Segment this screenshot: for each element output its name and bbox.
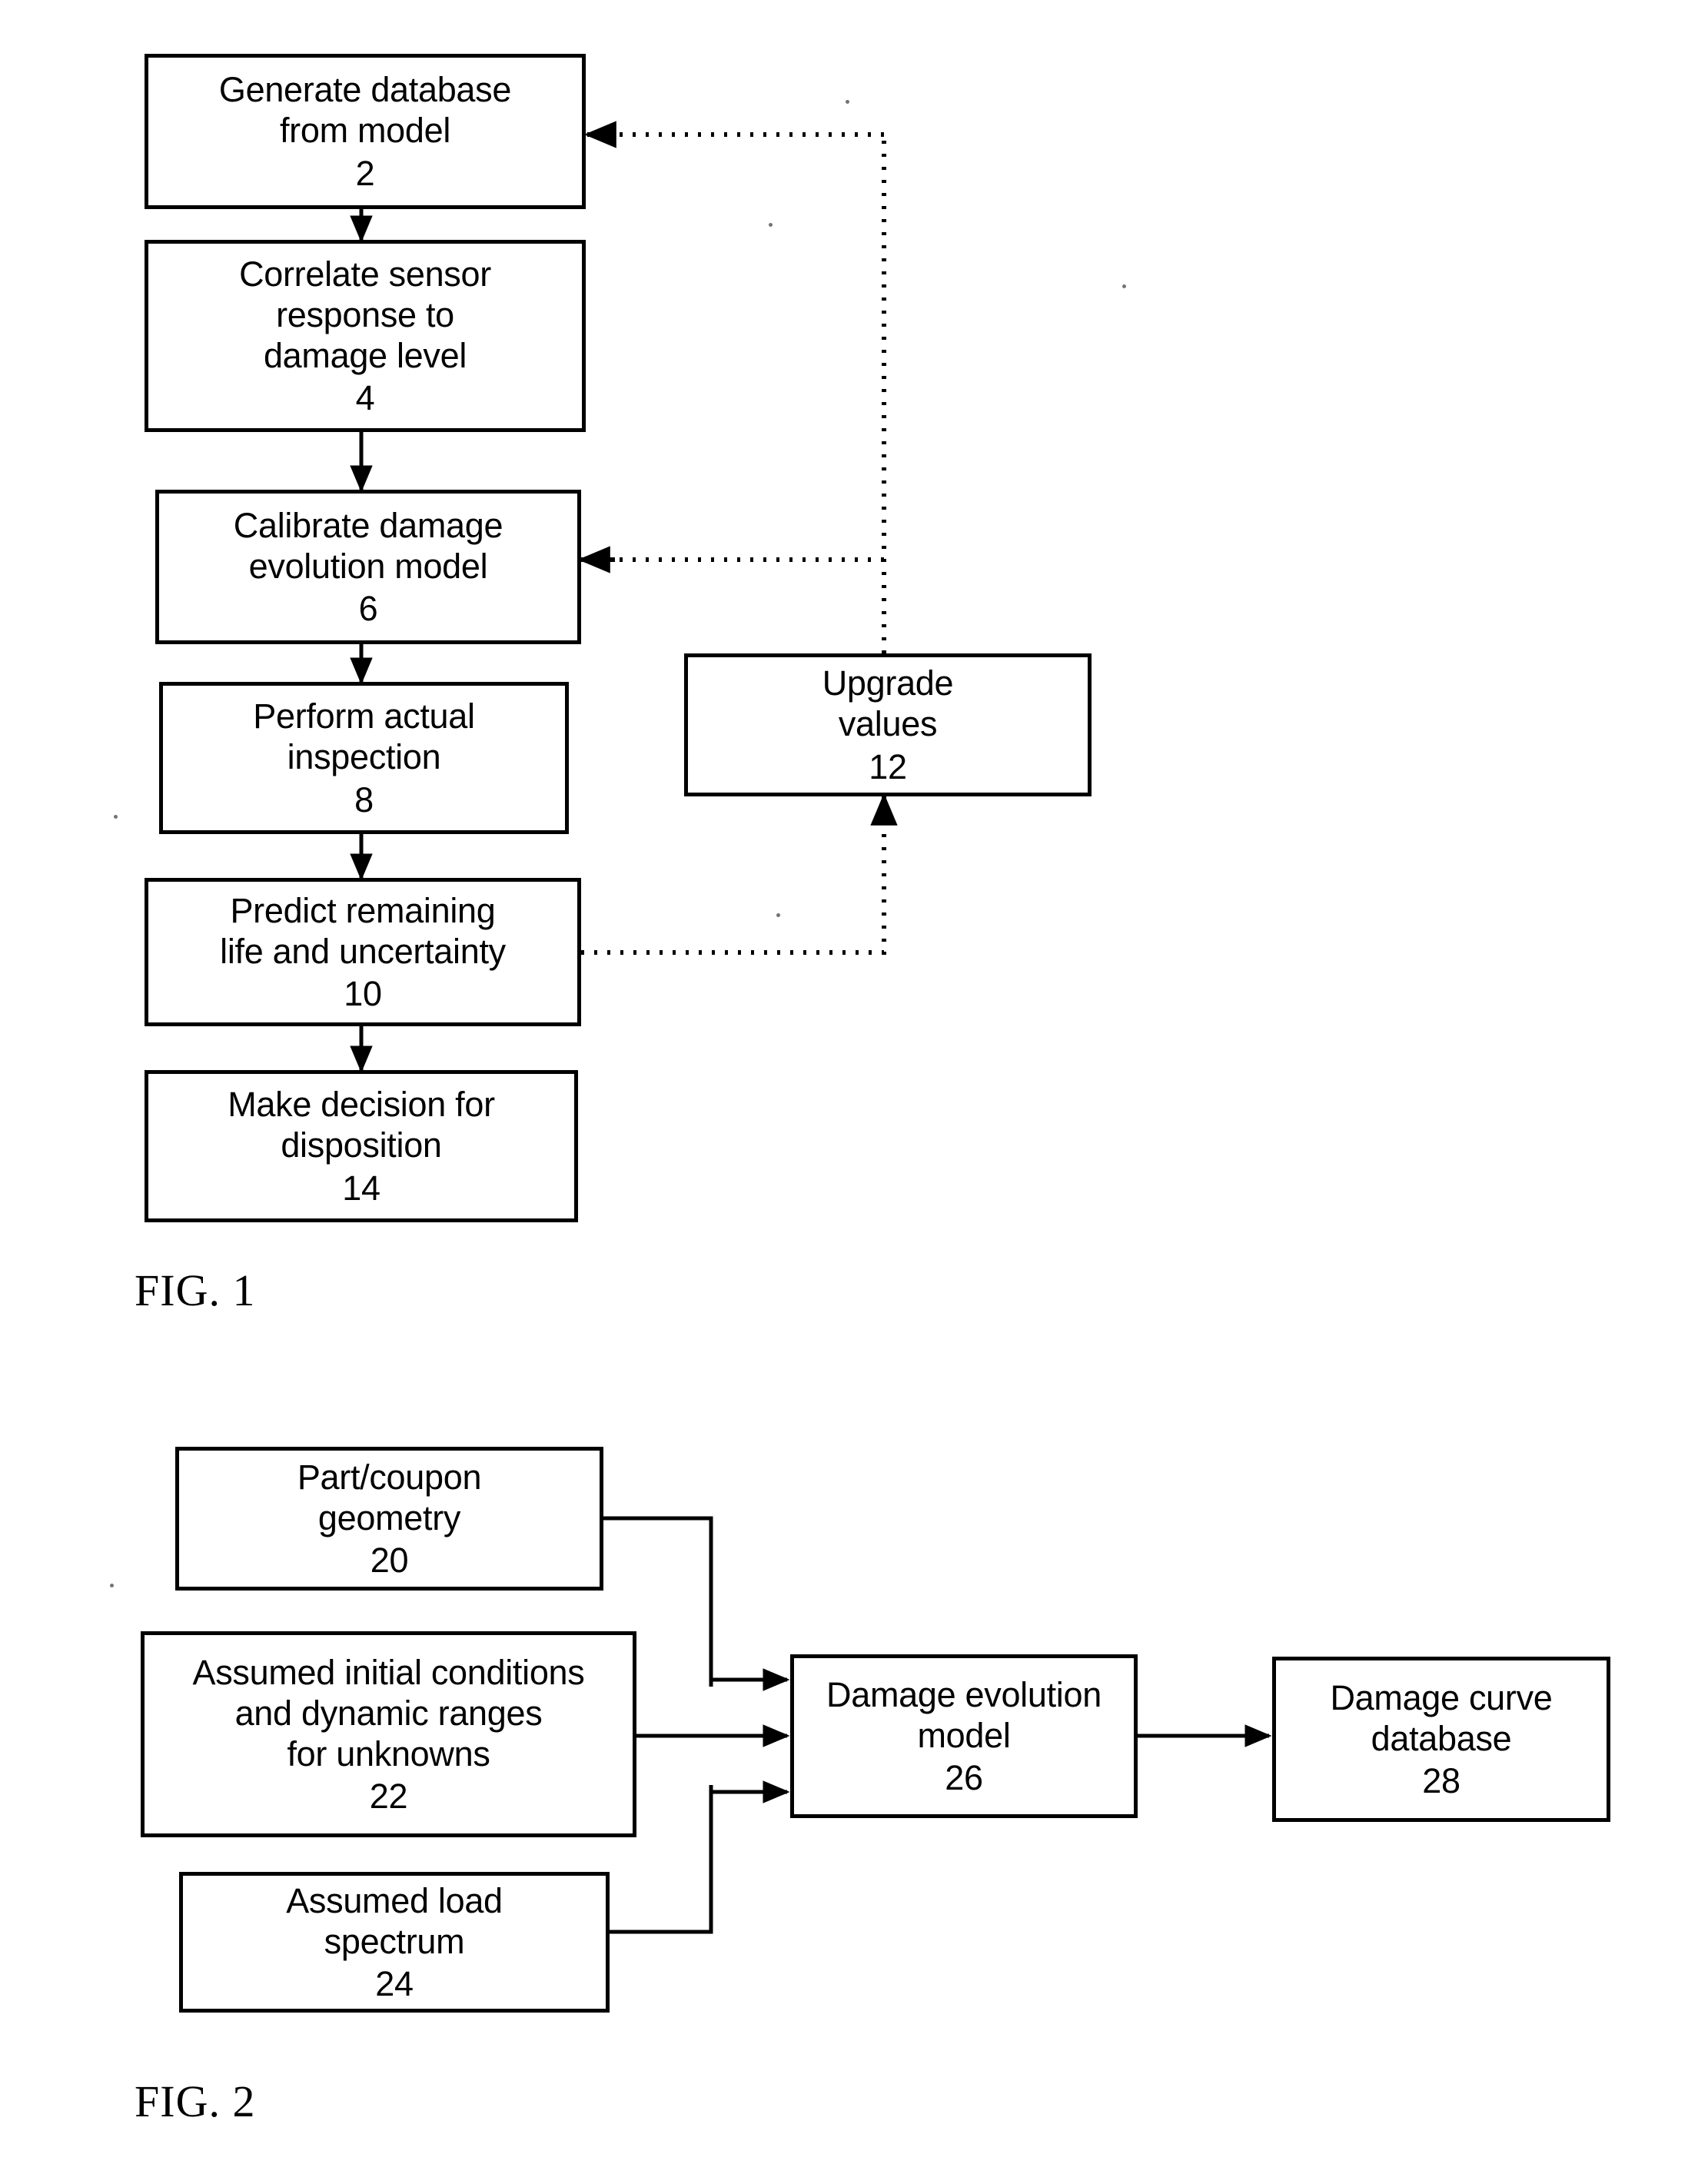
flow-node-damage-curve-database[interactable]: Damage curve database 28 bbox=[1272, 1657, 1610, 1822]
node-reference-numeral: 26 bbox=[945, 1758, 983, 1798]
flow-node-damage-evolution-model[interactable]: Damage evolution model 26 bbox=[790, 1654, 1138, 1818]
node-reference-numeral: 4 bbox=[355, 378, 375, 418]
patent-drawing-page: Generate database from model 2 Correlate… bbox=[0, 0, 1708, 2174]
node-label: Make decision for disposition bbox=[228, 1085, 495, 1165]
scan-speck bbox=[846, 100, 849, 104]
flow-node-part-coupon-geometry[interactable]: Part/coupon geometry 20 bbox=[175, 1447, 603, 1591]
node-reference-numeral: 20 bbox=[370, 1541, 409, 1581]
scan-speck bbox=[769, 223, 773, 227]
node-reference-numeral: 14 bbox=[342, 1168, 380, 1208]
flow-node-perform-actual-inspection[interactable]: Perform actual inspection 8 bbox=[159, 682, 569, 834]
node-reference-numeral: 12 bbox=[869, 746, 907, 786]
node-label: Generate database from model bbox=[218, 70, 512, 151]
node-label: Assumed load spectrum bbox=[286, 1880, 503, 1961]
node-reference-numeral: 28 bbox=[1422, 1761, 1460, 1801]
node-reference-numeral: 8 bbox=[354, 780, 374, 819]
node-label: Part/coupon geometry bbox=[297, 1457, 482, 1537]
flow-node-calibrate-damage-evolution-model[interactable]: Calibrate damage evolution model 6 bbox=[155, 490, 581, 644]
node-reference-numeral: 10 bbox=[344, 974, 382, 1014]
node-label: Correlate sensor response to damage leve… bbox=[239, 254, 491, 375]
node-reference-numeral: 22 bbox=[369, 1777, 408, 1817]
node-label: Damage evolution model bbox=[826, 1674, 1102, 1755]
flow-node-predict-remaining-life[interactable]: Predict remaining life and uncertainty 1… bbox=[145, 878, 581, 1026]
flow-node-correlate-sensor-response[interactable]: Correlate sensor response to damage leve… bbox=[145, 240, 586, 432]
edge-n10-n12-run bbox=[581, 811, 886, 955]
node-label: Upgrade values bbox=[822, 663, 954, 744]
node-label: Damage curve database bbox=[1330, 1677, 1553, 1758]
node-label: Assumed initial conditions and dynamic r… bbox=[192, 1652, 585, 1773]
figure-caption-fig1: FIG. 1 bbox=[135, 1265, 256, 1315]
scan-speck bbox=[1122, 284, 1126, 288]
scan-speck bbox=[114, 815, 118, 819]
node-reference-numeral: 2 bbox=[355, 153, 375, 193]
scan-speck bbox=[776, 913, 780, 917]
figure-caption-fig2: FIG. 2 bbox=[135, 2076, 256, 2126]
flow-node-generate-database[interactable]: Generate database from model 2 bbox=[145, 54, 586, 209]
node-reference-numeral: 6 bbox=[358, 589, 378, 629]
flow-node-make-decision-for-disposition[interactable]: Make decision for disposition 14 bbox=[145, 1070, 578, 1222]
flow-node-assumed-load-spectrum[interactable]: Assumed load spectrum 24 bbox=[179, 1872, 610, 2013]
scan-speck bbox=[110, 1584, 114, 1587]
node-label: Perform actual inspection bbox=[253, 696, 475, 777]
flow-node-upgrade-values[interactable]: Upgrade values 12 bbox=[684, 653, 1092, 796]
node-label: Predict remaining life and uncertainty bbox=[220, 890, 506, 971]
node-label: Calibrate damage evolution model bbox=[233, 505, 503, 586]
node-reference-numeral: 24 bbox=[375, 1964, 414, 2004]
flow-node-assumed-initial-conditions[interactable]: Assumed initial conditions and dynamic r… bbox=[141, 1631, 636, 1837]
